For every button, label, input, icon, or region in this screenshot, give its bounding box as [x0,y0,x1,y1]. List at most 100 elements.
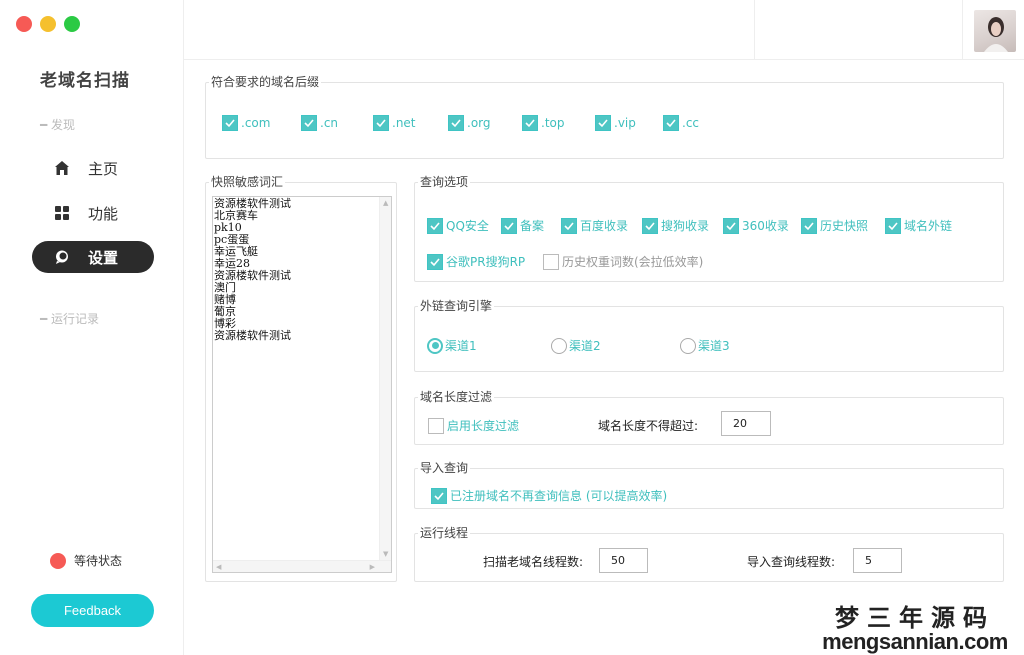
checkbox-label: 域名外链 [904,219,953,233]
keywords-group-title: 快照敏感词汇 [209,173,286,190]
suffix-checkbox-5[interactable]: .vip [595,115,636,131]
checkbox-label: .cn [320,116,339,130]
checkbox-checked-icon [431,487,447,504]
sidebar: 老域名扫描 ━ 发现 主页 功能 设置 ━ 运行记录 等待状态 Feedback [0,0,184,655]
radio-label: 渠道3 [698,339,730,353]
avatar[interactable] [974,10,1016,52]
sidebar-item-features[interactable]: 功能 [32,197,154,229]
radio-unselected-icon [551,337,567,354]
query-option-checkbox-0[interactable]: QQ安全 [427,217,489,234]
query-option-checkbox-7[interactable]: 谷歌PR搜狗RP [427,253,525,270]
checkbox-label: 谷歌PR搜狗RP [446,255,526,269]
minimize-window-button[interactable] [40,16,56,32]
app-title: 老域名扫描 [40,71,130,91]
checkbox-label: .cc [682,116,700,130]
checkbox-unchecked-icon [428,417,444,434]
max-length-input[interactable]: 20 [721,411,771,436]
import-threads-input[interactable]: 5 [853,548,902,573]
sidebar-item-label: 设置 [88,248,119,267]
suffix-checkbox-3[interactable]: .org [448,115,491,131]
status-dot-icon [50,552,66,569]
checkbox-checked-icon [723,217,739,234]
scroll-left-icon[interactable]: ◀ [216,563,221,571]
skip-registered-checkbox[interactable]: 已注册域名不再查询信息 (可以提高效率) [431,487,667,504]
window-controls [16,16,80,32]
query-option-checkbox-4[interactable]: 360收录 [723,217,789,234]
engine-radio-2[interactable]: 渠道2 [551,337,601,354]
checkbox-checked-icon [801,217,817,234]
close-window-button[interactable] [16,16,32,32]
keywords-textarea[interactable]: 资源楼软件测试 北京赛车 pk10 pc蛋蛋 幸运飞艇 幸运28 资源楼软件测试… [212,196,392,573]
link-engine-title: 外链查询引擎 [418,297,495,314]
checkbox-checked-icon [595,115,611,131]
length-filter-title: 域名长度过滤 [418,388,495,405]
checkbox-label: 百度收录 [580,219,629,233]
checkbox-checked-icon [427,217,443,234]
checkbox-checked-icon [663,115,679,131]
scroll-right-icon[interactable]: ▶ [370,563,375,571]
checkbox-checked-icon [885,217,901,234]
chat-icon [52,249,72,265]
scroll-down-icon[interactable]: ▼ [383,550,388,558]
grid-icon [52,205,72,221]
suffix-checkbox-4[interactable]: .top [522,115,564,131]
scan-threads-input[interactable]: 50 [599,548,648,573]
checkbox-checked-icon [427,253,443,270]
status-text: 等待状态 [74,554,123,568]
scroll-up-icon[interactable]: ▲ [383,199,388,207]
radio-selected-icon [427,337,443,354]
query-option-checkbox-5[interactable]: 历史快照 [801,217,868,234]
import-query-title: 导入查询 [418,459,471,476]
engine-radio-1[interactable]: 渠道1 [427,337,477,354]
section-run-log[interactable]: ━ 运行记录 [40,310,99,327]
threads-title: 运行线程 [418,524,471,541]
maximize-window-button[interactable] [64,16,80,32]
home-icon [52,160,72,176]
suffix-checkbox-1[interactable]: .cn [301,115,338,131]
max-length-label: 域名长度不得超过: [598,419,699,433]
checkbox-checked-icon [448,115,464,131]
checkbox-label: 已注册域名不再查询信息 (可以提高效率) [450,489,668,503]
feedback-button[interactable]: Feedback [31,594,154,627]
enable-length-filter-checkbox[interactable]: 启用长度过滤 [428,417,519,434]
checkbox-label: .org [467,116,491,130]
horizontal-scrollbar[interactable]: ◀ ▶ [213,560,391,572]
checkbox-checked-icon [301,115,317,131]
checkbox-label: .com [241,116,271,130]
engine-radio-3[interactable]: 渠道3 [680,337,730,354]
checkbox-label: .net [392,116,416,130]
query-options-title: 查询选项 [418,173,471,190]
status-indicator: 等待状态 [50,552,122,569]
query-option-checkbox-6[interactable]: 域名外链 [885,217,952,234]
query-option-checkbox-3[interactable]: 搜狗收录 [642,217,709,234]
suffix-checkbox-0[interactable]: .com [222,115,270,131]
checkbox-checked-icon [373,115,389,131]
header [184,0,1024,60]
checkbox-label: .vip [614,116,636,130]
checkbox-checked-icon [561,217,577,234]
checkbox-checked-icon [642,217,658,234]
app-window: 老域名扫描 ━ 发现 主页 功能 设置 ━ 运行记录 等待状态 Feedback [0,0,1024,655]
radio-unselected-icon [680,337,696,354]
history-weight-checkbox[interactable]: 历史权重词数(会拉低效率) [543,253,703,270]
sidebar-item-label: 功能 [88,204,119,223]
checkbox-checked-icon [501,217,517,234]
keywords-text: 资源楼软件测试 北京赛车 pk10 pc蛋蛋 幸运飞艇 幸运28 资源楼软件测试… [214,197,291,342]
scan-threads-label: 扫描老域名线程数: [483,555,584,569]
vertical-scrollbar[interactable]: ▲ ▼ [379,197,391,572]
suffix-checkbox-2[interactable]: .net [373,115,416,131]
sidebar-item-settings[interactable]: 设置 [32,241,154,273]
suffix-checkbox-6[interactable]: .cc [663,115,699,131]
sidebar-item-home[interactable]: 主页 [32,152,154,184]
checkbox-checked-icon [222,115,238,131]
checkbox-label: 备案 [520,219,545,233]
query-option-checkbox-1[interactable]: 备案 [501,217,544,234]
checkbox-label: 360收录 [742,219,789,233]
checkbox-label: QQ安全 [446,219,489,233]
suffix-group-title: 符合要求的域名后缀 [209,73,322,90]
section-discover: ━ 发现 [40,118,76,132]
watermark: 梦三年源码 mengsannian.com [812,598,1018,655]
checkbox-label: .top [541,116,565,130]
query-option-checkbox-2[interactable]: 百度收录 [561,217,628,234]
checkbox-label: 历史快照 [820,219,869,233]
